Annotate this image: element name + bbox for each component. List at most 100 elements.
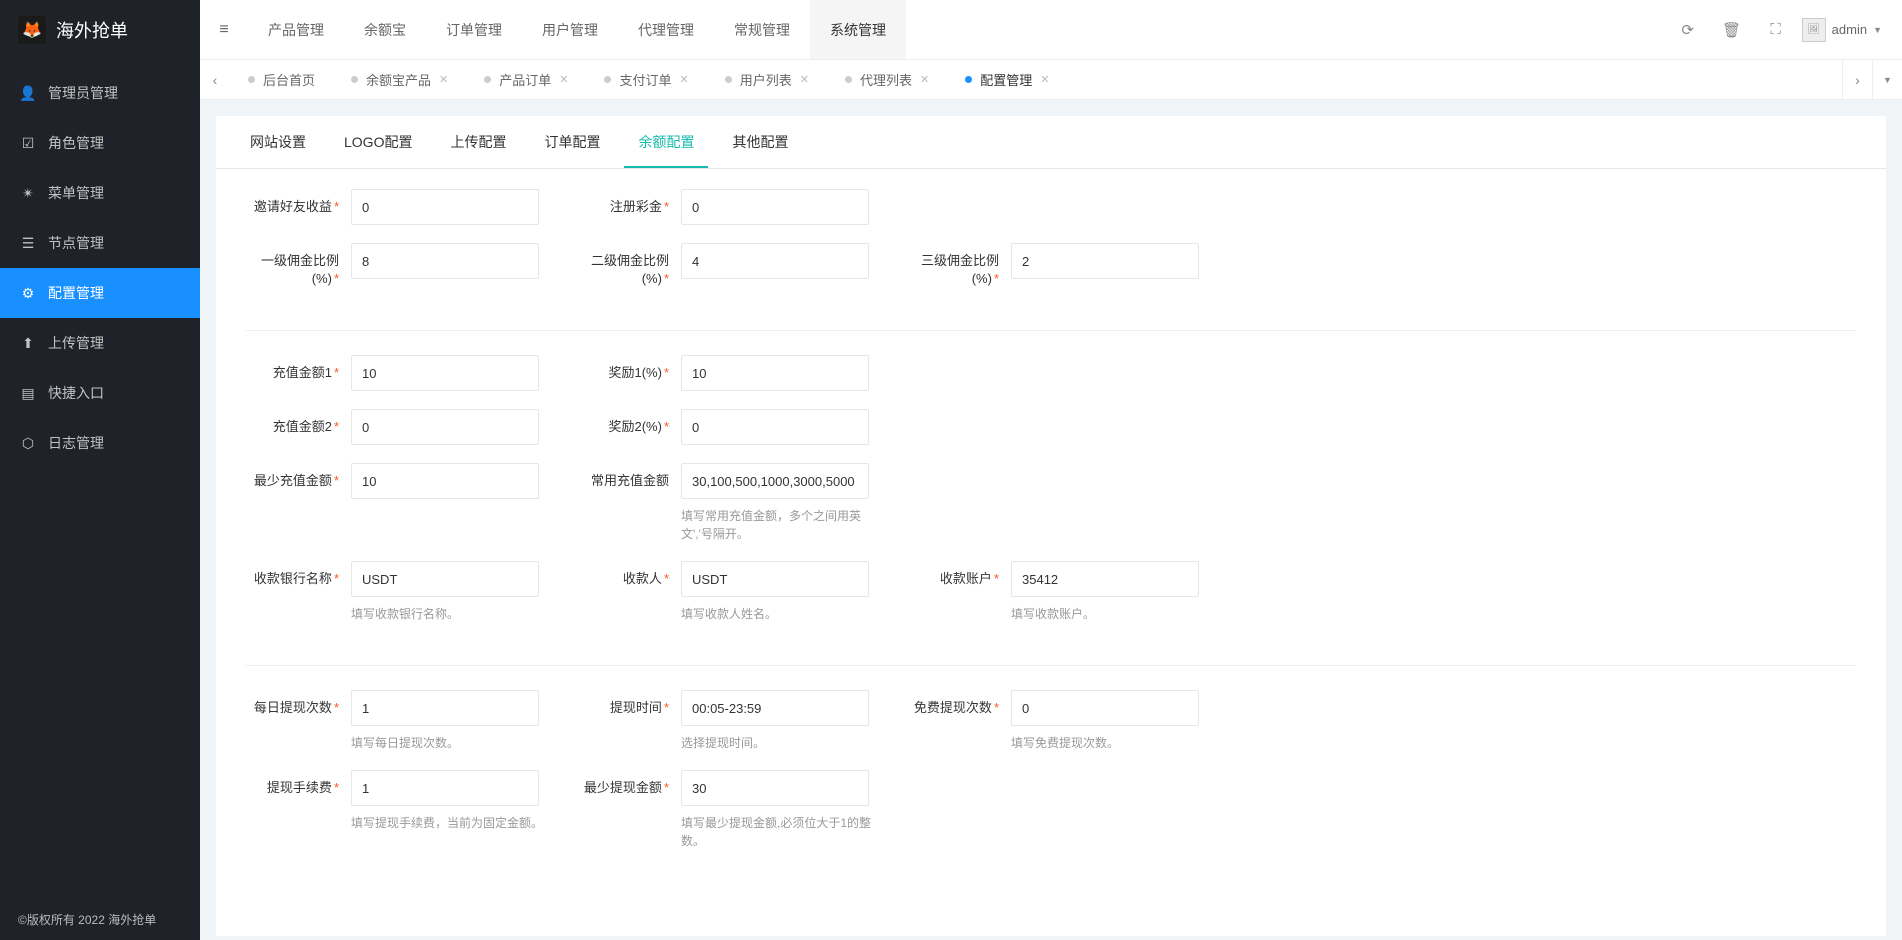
input-reg-bonus[interactable] [681,189,869,225]
menu-icon: ☑ [20,135,36,152]
menu-label: 角色管理 [48,133,104,153]
top-nav: 产品管理余额宝订单管理用户管理代理管理常规管理系统管理 [248,0,906,59]
menu-icon: ✴ [20,185,36,202]
sidebar-item-2[interactable]: ✴菜单管理 [0,168,200,218]
menu-icon: ☰ [20,235,36,252]
sidebar-item-4[interactable]: ⚙配置管理 [0,268,200,318]
tabs-menu[interactable]: ▼ [1872,60,1902,99]
label-withdraw-time: 提现时间* [576,690,681,717]
help-account: 填写收款账户。 [1011,605,1211,623]
top-nav-item-5[interactable]: 常规管理 [714,0,810,59]
close-icon[interactable]: ✕ [559,73,568,86]
label-commission3: 三级佣金比例(%)* [906,243,1011,288]
content: 网站设置LOGO配置上传配置订单配置余额配置其他配置 邀请好友收益* 注册彩金* [200,100,1902,940]
input-commission1[interactable] [351,243,539,279]
tab-3[interactable]: 支付订单 ✕ [586,70,706,89]
inner-tab-5[interactable]: 其他配置 [718,116,802,168]
sidebar-toggle[interactable]: ≡ [200,0,248,59]
input-daily-withdraw[interactable] [351,690,539,726]
input-min-withdraw[interactable] [681,770,869,806]
inner-tab-3[interactable]: 订单配置 [530,116,614,168]
label-recharge2: 充值金额2* [246,409,351,436]
tabs-bar: ‹ 后台首页余额宝产品✕产品订单✕支付订单✕用户列表✕代理列表✕配置管理✕ › … [200,60,1902,100]
top-nav-item-1[interactable]: 余额宝 [344,0,426,59]
inner-tab-2[interactable]: 上传配置 [436,116,520,168]
sidebar-item-5[interactable]: ⬆上传管理 [0,318,200,368]
input-bank-name[interactable] [351,561,539,597]
top-nav-item-4[interactable]: 代理管理 [618,0,714,59]
help-daily-withdraw: 填写每日提现次数。 [351,734,551,752]
copyright: ©版权所有 2022 海外抢单 [0,899,200,940]
close-icon[interactable]: ✕ [1040,73,1049,86]
input-reward2[interactable] [681,409,869,445]
tab-0[interactable]: 后台首页 [230,70,333,89]
inner-tab-1[interactable]: LOGO配置 [330,116,426,168]
menu-icon: ⚙ [20,285,36,302]
help-bank-name: 填写收款银行名称。 [351,605,551,623]
tab-dot-icon [965,76,972,83]
input-account[interactable] [1011,561,1199,597]
panel: 网站设置LOGO配置上传配置订单配置余额配置其他配置 邀请好友收益* 注册彩金* [216,116,1886,936]
menu-icon: ⬡ [20,435,36,452]
label-account: 收款账户* [906,561,1011,588]
tabs-next[interactable]: › [1842,60,1872,99]
config-form: 邀请好友收益* 注册彩金* 一级佣金比例(%)* [216,169,1886,936]
tab-2[interactable]: 产品订单 ✕ [466,70,586,89]
close-icon[interactable]: ✕ [680,73,689,86]
help-common-recharge: 填写常用充值金额，多个之间用英文','号隔开。 [681,507,881,543]
input-recharge1[interactable] [351,355,539,391]
input-recharge2[interactable] [351,409,539,445]
refresh-icon[interactable]: ⟳ [1670,12,1706,48]
menu-label: 日志管理 [48,433,104,453]
input-withdraw-time[interactable] [681,690,869,726]
tab-5[interactable]: 代理列表✕ [827,70,947,89]
close-icon[interactable]: ✕ [439,73,448,86]
input-commission3[interactable] [1011,243,1199,279]
trash-icon[interactable]: 🗑 [1714,12,1750,48]
close-icon[interactable]: ✕ [920,73,929,86]
tab-dot-icon [725,76,732,83]
input-withdraw-fee[interactable] [351,770,539,806]
input-common-recharge[interactable] [681,463,869,499]
input-invite-income[interactable] [351,189,539,225]
tab-4[interactable]: 用户列表✕ [707,70,827,89]
sidebar-item-1[interactable]: ☑ 角色管理 [0,118,200,168]
label-min-withdraw: 最少提现金额* [576,770,681,797]
tab-6[interactable]: 配置管理 ✕ [947,70,1067,89]
top-nav-item-3[interactable]: 用户管理 [522,0,618,59]
logo[interactable]: 🦊 海外抢单 [0,0,200,60]
inner-tab-4[interactable]: 余额配置 [624,116,708,168]
input-free-withdraw[interactable] [1011,690,1199,726]
label-commission2: 二级佣金比例(%)* [576,243,681,288]
tab-label: 产品订单 [499,70,551,89]
help-min-withdraw: 填写最少提现金额,必须位大于1的整数。 [681,814,881,850]
input-reward1[interactable] [681,355,869,391]
sidebar-item-7[interactable]: ⬡ 日志管理 [0,418,200,468]
label-free-withdraw: 免费提现次数* [906,690,1011,717]
inner-tab-0[interactable]: 网站设置 [236,116,320,168]
tabs-prev[interactable]: ‹ [200,60,230,99]
tab-label: 支付订单 [619,70,671,89]
label-min-recharge: 最少充值金额* [246,463,351,490]
close-icon[interactable]: ✕ [800,73,809,86]
sidebar-item-3[interactable]: ☰节点管理 [0,218,200,268]
fullscreen-icon[interactable]: ⛶ [1758,12,1794,48]
input-commission2[interactable] [681,243,869,279]
top-nav-item-0[interactable]: 产品管理 [248,0,344,59]
top-nav-item-2[interactable]: 订单管理 [426,0,522,59]
top-nav-item-6[interactable]: 系统管理 [810,0,906,59]
label-invite-income: 邀请好友收益* [246,189,351,216]
username: admin [1832,22,1867,37]
sidebar-item-0[interactable]: 👤 管理员管理 [0,68,200,118]
tab-label: 配置管理 [980,70,1032,89]
menu-icon: ⬆ [20,335,36,352]
menu-icon: 👤 [20,85,36,102]
label-withdraw-fee: 提现手续费* [246,770,351,797]
user-menu[interactable]: 🖼 admin ▼ [1802,18,1882,42]
input-payee[interactable] [681,561,869,597]
tab-dot-icon [604,76,611,83]
sidebar-item-6[interactable]: ▤快捷入口 [0,368,200,418]
input-min-recharge[interactable] [351,463,539,499]
tab-1[interactable]: 余额宝产品✕ [333,70,466,89]
menu-label: 管理员管理 [48,83,118,103]
